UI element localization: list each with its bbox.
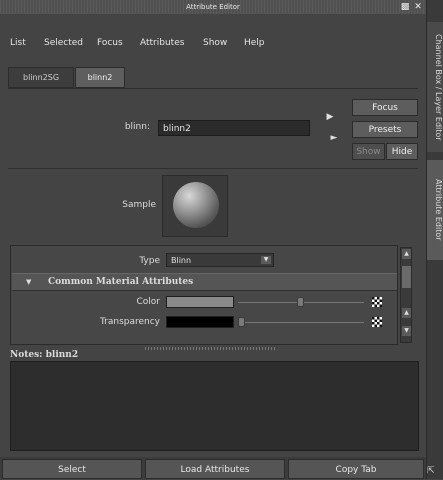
- type-dropdown[interactable]: Blinn ▼: [166, 253, 274, 267]
- scroll-down-icon[interactable]: ▼: [402, 326, 411, 336]
- select-button[interactable]: Select: [2, 459, 142, 479]
- resize-corner-icon[interactable]: ⇱: [427, 466, 441, 478]
- transparency-swatch[interactable]: [166, 316, 234, 328]
- sphere-preview-icon: [173, 182, 219, 228]
- attribute-scrollbar[interactable]: ▲ ▲ ▼: [400, 247, 412, 343]
- section-title: Common Material Attributes: [48, 277, 194, 287]
- menu-bar: List Selected Focus Attributes Show Help: [0, 14, 426, 62]
- collapse-triangle-icon: ▼: [26, 277, 32, 286]
- load-attributes-button[interactable]: Load Attributes: [145, 459, 285, 479]
- transparency-slider-track[interactable]: [238, 322, 364, 323]
- menu-list[interactable]: List: [10, 38, 26, 48]
- type-dropdown-value: Blinn: [171, 256, 192, 265]
- hide-button[interactable]: Hide: [386, 143, 418, 160]
- transparency-slider-handle[interactable]: [238, 317, 245, 327]
- show-button[interactable]: Show: [352, 143, 385, 160]
- node-name-label: blinn:: [124, 122, 150, 132]
- tab-attribute-editor[interactable]: Attribute Editor: [427, 160, 443, 260]
- menu-selected[interactable]: Selected: [44, 38, 83, 48]
- notes-label: Notes: blinn2: [10, 350, 79, 360]
- sample-label: Sample: [122, 200, 156, 210]
- type-label: Type: [139, 256, 160, 266]
- color-slider-handle[interactable]: [297, 297, 304, 307]
- tab-channel-box-layer-editor[interactable]: Channel Box / Layer Editor: [427, 22, 443, 152]
- side-tab-bar: Channel Box / Layer Editor Attribute Edi…: [426, 0, 443, 479]
- chevron-down-icon: ▼: [261, 256, 271, 264]
- float-window-icon[interactable]: ▩: [400, 2, 410, 12]
- menu-show[interactable]: Show: [203, 38, 227, 48]
- focus-button[interactable]: Focus: [352, 99, 418, 116]
- tab-blinn2sg[interactable]: blinn2SG: [8, 67, 74, 88]
- go-to-input-icon[interactable]: ▶︎: [324, 111, 336, 123]
- color-map-button[interactable]: [372, 297, 382, 307]
- notes-resize-handle[interactable]: [145, 347, 275, 350]
- section-divider: [8, 168, 418, 169]
- material-sample-swatch[interactable]: [162, 175, 228, 237]
- menu-attributes[interactable]: Attributes: [140, 38, 184, 48]
- copy-tab-button[interactable]: Copy Tab: [288, 459, 424, 479]
- scroll-up-icon-lower[interactable]: ▲: [402, 308, 411, 318]
- presets-button[interactable]: Presets: [352, 121, 418, 138]
- go-to-output-icon[interactable]: ►: [328, 132, 340, 144]
- transparency-map-button[interactable]: [372, 317, 382, 327]
- node-name-field[interactable]: blinn2: [158, 120, 310, 136]
- notes-text-area[interactable]: [10, 361, 419, 451]
- menu-help[interactable]: Help: [244, 38, 265, 48]
- transparency-label: Transparency: [99, 317, 160, 327]
- menu-focus[interactable]: Focus: [97, 38, 123, 48]
- close-icon[interactable]: ✕: [413, 2, 423, 12]
- color-label: Color: [136, 297, 161, 307]
- title-bar[interactable]: Attribute Editor: [0, 0, 426, 14]
- common-material-attributes-header[interactable]: ▼ Common Material Attributes: [12, 273, 397, 291]
- color-swatch[interactable]: [166, 296, 234, 308]
- tab-divider: [8, 88, 418, 89]
- scroll-thumb[interactable]: [402, 266, 411, 288]
- tab-blinn2[interactable]: blinn2: [75, 67, 125, 88]
- window-title: Attribute Editor: [186, 3, 240, 11]
- scroll-up-icon[interactable]: ▲: [402, 249, 411, 259]
